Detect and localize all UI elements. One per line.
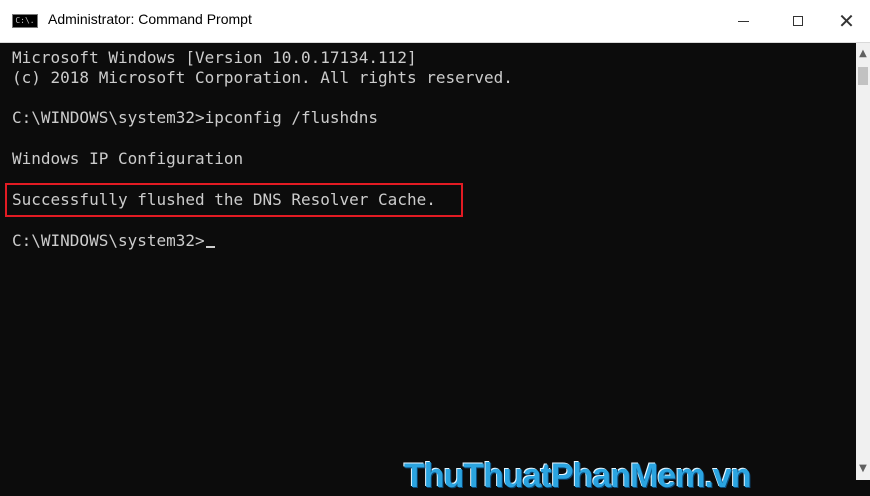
minimize-icon [738, 20, 749, 22]
minimize-button[interactable] [720, 0, 767, 42]
prompt-text: C:\WINDOWS\system32> [12, 231, 205, 250]
command-prompt-line[interactable]: C:\WINDOWS\system32> [12, 231, 215, 251]
console-line: (c) 2018 Microsoft Corporation. All righ… [12, 68, 513, 87]
maximize-button[interactable] [774, 0, 821, 42]
maximize-icon [792, 16, 803, 26]
close-icon: ✕ [838, 9, 855, 33]
cmd-icon[interactable]: C:\. [12, 14, 38, 28]
console-line: C:\WINDOWS\system32>ipconfig /flushdns [12, 108, 379, 127]
title-bar[interactable]: C:\. Administrator: Command Prompt ✕ [0, 0, 870, 43]
console-output[interactable]: Microsoft Windows [Version 10.0.17134.11… [0, 43, 856, 495]
watermark: ThuThuatPhanMem.vn [404, 457, 752, 495]
window-title: Administrator: Command Prompt [48, 11, 252, 27]
command-prompt-window: C:\. Administrator: Command Prompt ✕ Mic… [0, 0, 870, 495]
scrollbar-thumb[interactable] [858, 67, 868, 85]
scroll-up-icon[interactable]: ▲ [856, 43, 870, 65]
vertical-scrollbar[interactable]: ▲ ▼ [856, 43, 870, 480]
text-cursor [205, 246, 215, 248]
scroll-down-icon[interactable]: ▼ [856, 458, 870, 480]
console-line: Microsoft Windows [Version 10.0.17134.11… [12, 48, 417, 67]
close-button[interactable]: ✕ [823, 0, 870, 42]
console-line: Windows IP Configuration [12, 149, 244, 168]
highlight-box [5, 183, 463, 217]
